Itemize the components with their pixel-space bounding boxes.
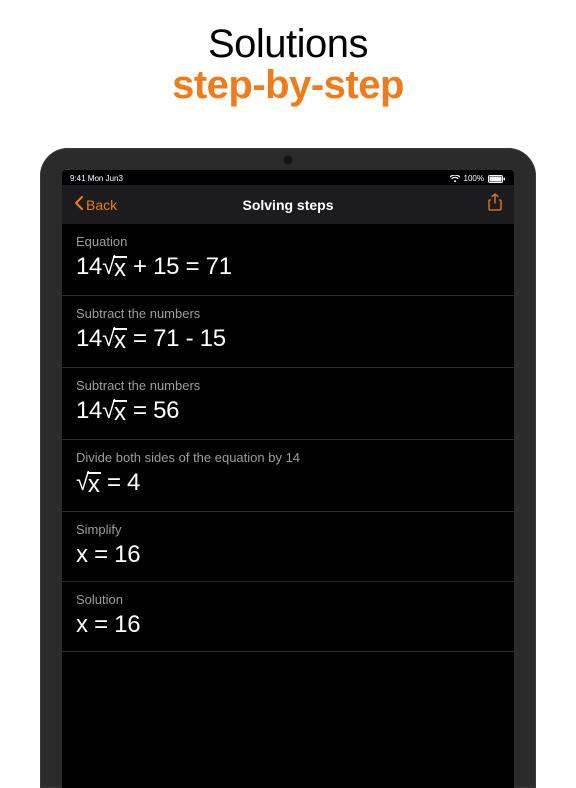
sqrt-arg: x [113, 399, 127, 427]
device-frame: 9:41 Mon Jun3 100% Back Solving steps [40, 148, 536, 788]
step-label: Equation [76, 234, 500, 249]
share-button[interactable] [488, 193, 502, 216]
step-equation: 14√x = 56 [76, 397, 500, 427]
sqrt-icon: √x [102, 399, 127, 427]
step-row: Simplify x = 16 [62, 512, 514, 582]
sqrt-icon: √x [76, 471, 101, 499]
status-right: 100% [450, 174, 506, 183]
step-row: Solution x = 16 [62, 582, 514, 652]
wifi-icon [450, 175, 460, 183]
step-label: Subtract the numbers [76, 378, 500, 393]
page-title: Solving steps [242, 197, 333, 213]
step-row: Divide both sides of the equation by 14 √… [62, 440, 514, 512]
eq-suffix: = 71 - 15 [127, 325, 226, 352]
screen: 9:41 Mon Jun3 100% Back Solving steps [62, 170, 514, 788]
step-equation: 14√x + 15 = 71 [76, 253, 500, 283]
share-icon [488, 193, 502, 216]
chevron-left-icon [74, 196, 84, 213]
eq-prefix: 14 [76, 397, 102, 424]
step-row: Equation 14√x + 15 = 71 [62, 224, 514, 296]
sqrt-arg: x [87, 471, 101, 499]
steps-list[interactable]: Equation14√x + 15 = 71Subtract the numbe… [62, 224, 514, 788]
status-time: 9:41 Mon Jun3 [70, 174, 123, 183]
eq-prefix: 14 [76, 253, 102, 280]
step-equation: x = 16 [76, 541, 500, 569]
eq-suffix: = 4 [101, 469, 141, 496]
eq-prefix: 14 [76, 325, 102, 352]
eq-suffix: = 56 [127, 397, 180, 424]
status-signal: 100% [464, 174, 484, 183]
step-label: Divide both sides of the equation by 14 [76, 450, 500, 465]
step-equation: 14√x = 71 - 15 [76, 325, 500, 355]
navigation-bar: Back Solving steps [62, 185, 514, 224]
promo-line1: Solutions [0, 22, 576, 67]
step-equation: x = 16 [76, 611, 500, 639]
sqrt-arg: x [113, 255, 127, 283]
step-row: Subtract the numbers 14√x = 71 - 15 [62, 296, 514, 368]
back-label: Back [86, 197, 117, 213]
step-label: Solution [76, 592, 500, 607]
back-button[interactable]: Back [74, 196, 117, 213]
sqrt-arg: x [113, 327, 127, 355]
sqrt-icon: √x [102, 255, 127, 283]
camera-dot [285, 157, 291, 163]
step-equation: √x = 4 [76, 469, 500, 499]
eq-suffix: + 15 = 71 [127, 253, 232, 280]
step-row: Subtract the numbers 14√x = 56 [62, 368, 514, 440]
promo-heading: Solutions step-by-step [0, 0, 576, 116]
battery-icon [488, 175, 506, 183]
promo-line2: step-by-step [0, 63, 576, 108]
step-label: Subtract the numbers [76, 306, 500, 321]
status-bar: 9:41 Mon Jun3 100% [62, 170, 514, 185]
step-label: Simplify [76, 522, 500, 537]
sqrt-icon: √x [102, 327, 127, 355]
